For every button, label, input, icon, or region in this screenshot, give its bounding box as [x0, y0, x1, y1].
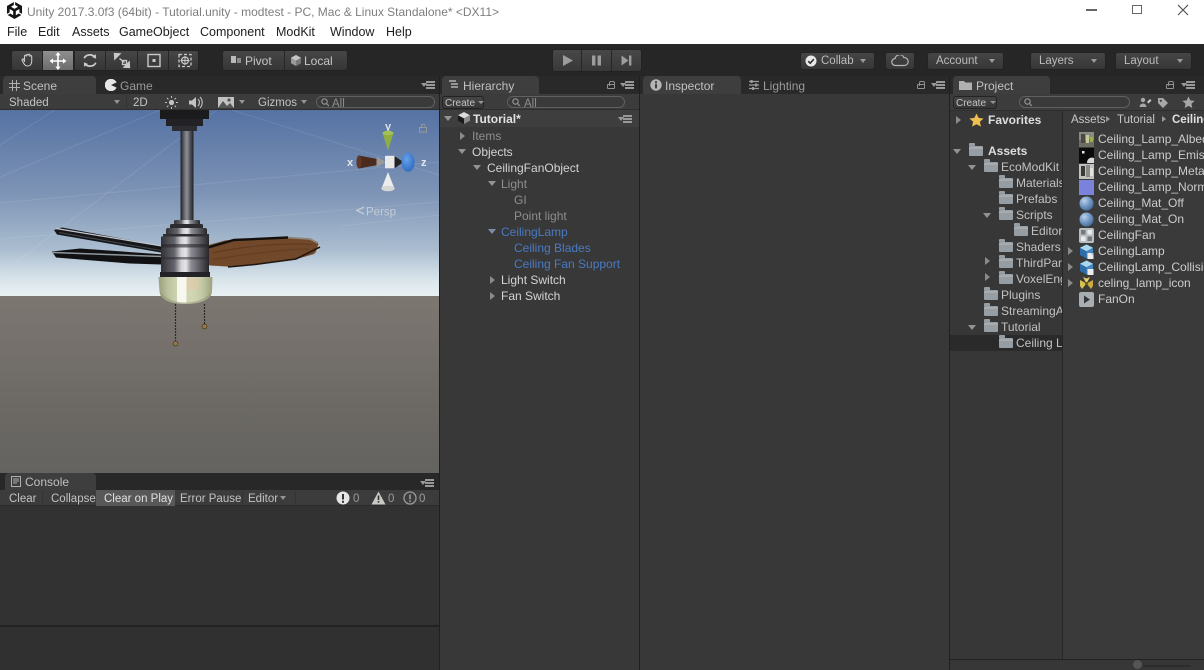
svg-text:Persp: Persp: [366, 207, 396, 219]
svg-text:x: x: [347, 157, 354, 169]
svg-text:z: z: [421, 157, 427, 169]
